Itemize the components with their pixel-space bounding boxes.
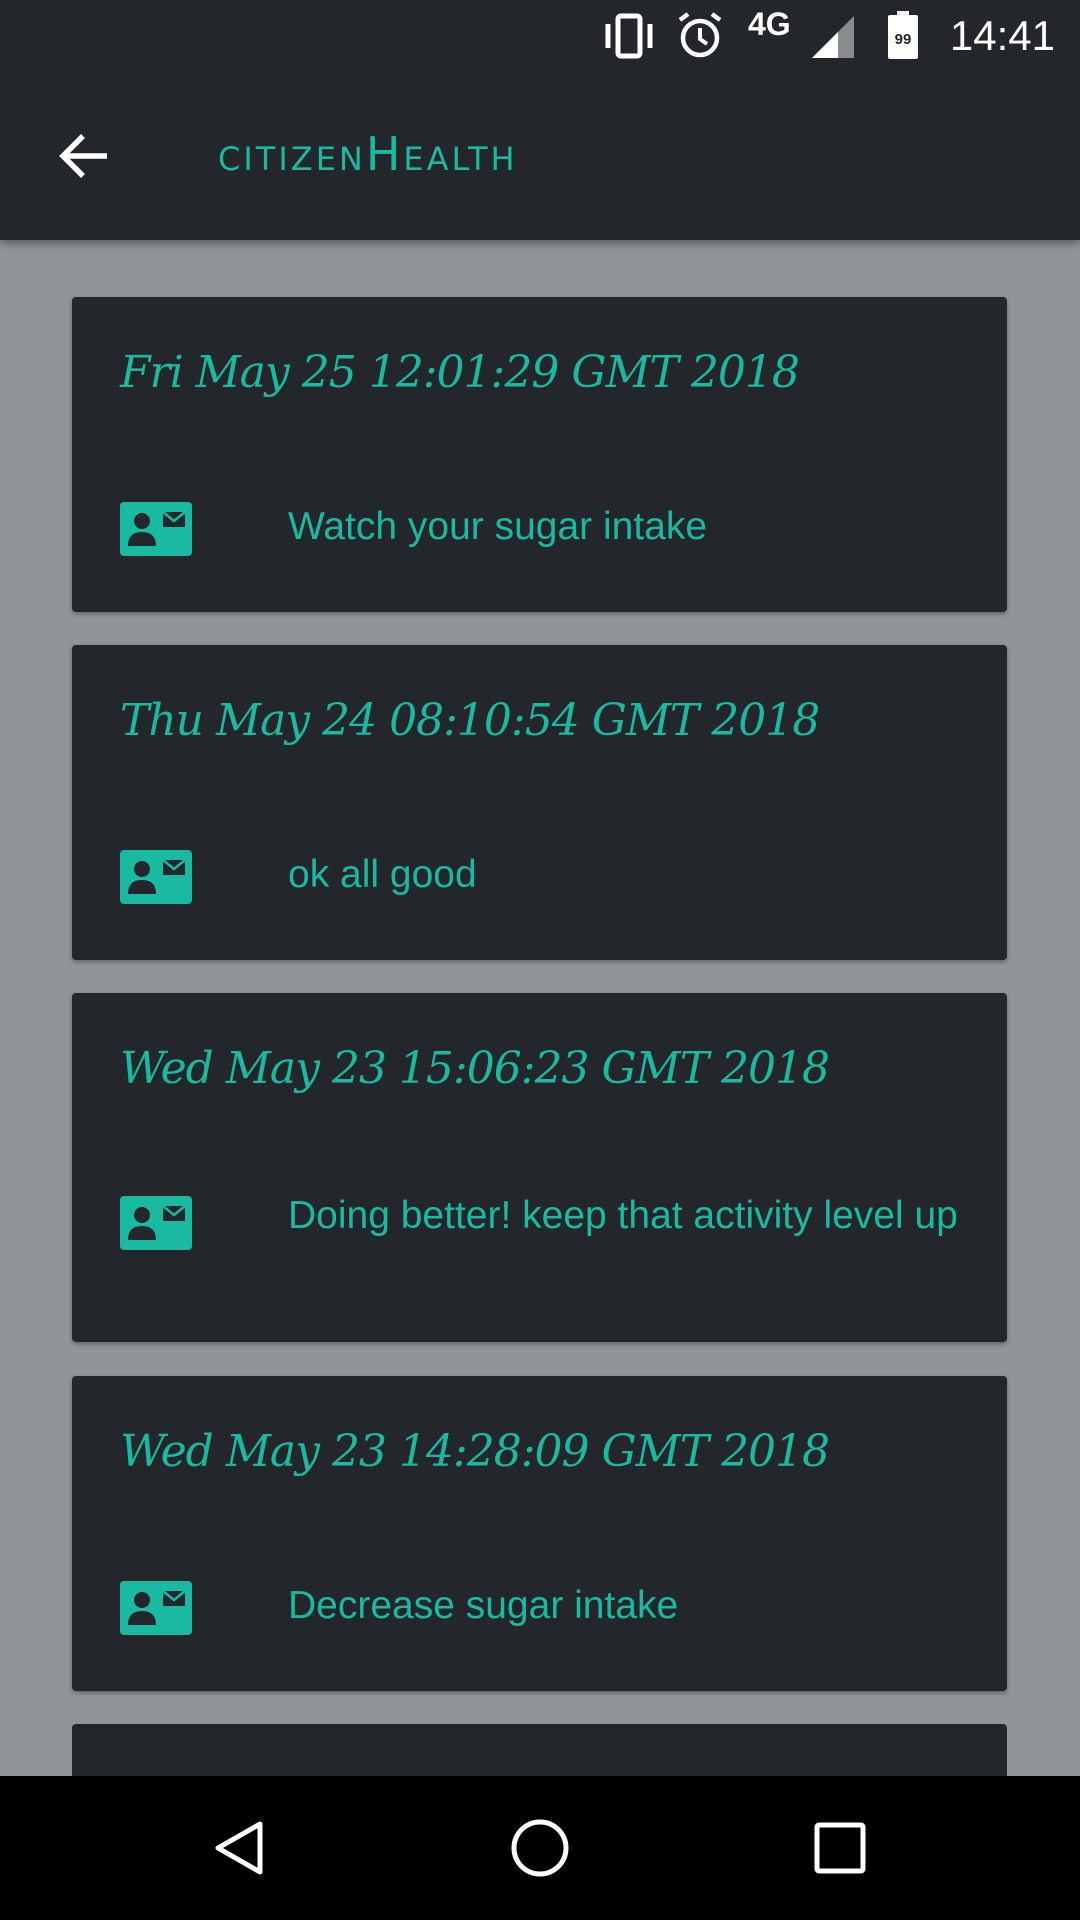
back-triangle-icon — [215, 1821, 263, 1875]
message-date: Fri May 25 12:01:29 GMT 2018 — [120, 347, 800, 398]
contact-mail-icon — [120, 1581, 192, 1635]
network-type-label: 4G — [748, 6, 791, 42]
nav-home-button[interactable] — [490, 1798, 590, 1898]
message-card[interactable]: Thu May 24 08:10:54 GMT 2018 ok all good — [72, 645, 1007, 960]
message-text: Watch your sugar intake — [288, 505, 708, 548]
message-list[interactable]: Fri May 25 12:01:29 GMT 2018 Watch your … — [0, 240, 1080, 1776]
message-text: Decrease sugar intake — [288, 1584, 679, 1627]
battery-icon: 99 — [886, 10, 920, 65]
arrow-back-icon — [59, 134, 107, 178]
signal-icon — [810, 14, 856, 65]
home-circle-icon — [511, 1819, 569, 1877]
contact-mail-icon — [120, 502, 192, 556]
message-text: ok all good — [288, 853, 477, 896]
message-date: Wed May 23 15:06:23 GMT 2018 — [120, 1043, 830, 1094]
message-card[interactable]: Fri May 25 12:01:29 GMT 2018 Watch your … — [72, 297, 1007, 612]
message-card-partial[interactable] — [72, 1724, 1007, 1776]
navigation-bar — [0, 1776, 1080, 1920]
app-bar: citizenHealth — [0, 72, 1080, 240]
message-date: Thu May 24 08:10:54 GMT 2018 — [120, 695, 820, 746]
contact-mail-icon — [120, 1196, 192, 1250]
contact-mail-icon — [120, 850, 192, 904]
nav-back-button[interactable] — [190, 1798, 290, 1898]
message-card[interactable]: Wed May 23 14:28:09 GMT 2018 Decrease su… — [72, 1376, 1007, 1691]
vibrate-icon — [600, 12, 660, 65]
recents-square-icon — [814, 1822, 866, 1874]
message-card[interactable]: Wed May 23 15:06:23 GMT 2018 Doing bette… — [72, 993, 1007, 1342]
battery-level-text: 99 — [895, 31, 912, 48]
clock: 14:41 — [949, 12, 1055, 59]
back-button[interactable] — [40, 112, 128, 200]
nav-recents-button[interactable] — [790, 1798, 890, 1898]
alarm-icon — [675, 10, 725, 65]
status-bar: 4G 99 14:41 — [0, 0, 1080, 72]
app-title: citizenHealth — [218, 127, 518, 181]
message-text: Doing better! keep that activity level u… — [288, 1194, 958, 1237]
message-date: Wed May 23 14:28:09 GMT 2018 — [120, 1426, 830, 1477]
